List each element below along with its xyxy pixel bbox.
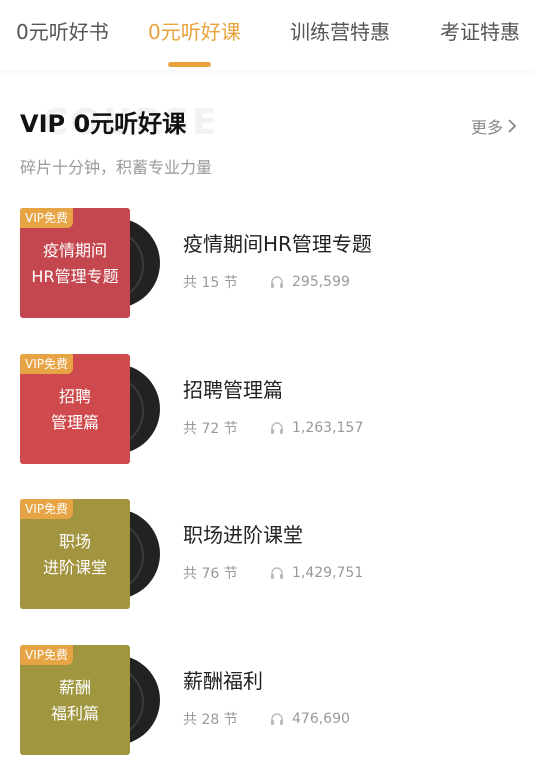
listen-count: 295,599 <box>292 274 350 290</box>
course-item[interactable]: VIP免费 疫情期间 HR管理专题 疫情期间HR管理专题 共 15 节 295,… <box>20 208 520 320</box>
course-meta: 共 72 节 1,263,157 <box>183 418 363 438</box>
cover-title: 职场 进阶课堂 <box>42 532 107 577</box>
course-meta: 共 76 节 1,429,751 <box>183 563 363 583</box>
listen-count: 1,263,157 <box>292 420 364 436</box>
course-cover: VIP免费 薪酬 福利篇 <box>20 645 160 755</box>
course-title: 招聘管理篇 <box>183 378 283 402</box>
section-title-wrap: COURSE VIP 0元听好课 <box>20 102 217 143</box>
headphones-icon <box>271 567 283 579</box>
vip-free-badge: VIP免费 <box>20 499 73 519</box>
course-cover: VIP免费 招聘 管理篇 <box>20 354 160 464</box>
cover-title: 疫情期间 HR管理专题 <box>31 241 119 286</box>
listen-count-wrap: 295,599 <box>270 274 350 290</box>
cover-title: 薪酬 福利篇 <box>50 678 99 723</box>
tab-training-camp[interactable]: 训练营特惠 <box>290 16 390 45</box>
vip-free-badge: VIP免费 <box>20 354 73 374</box>
tab-certification[interactable]: 考证特惠 <box>440 16 520 45</box>
section-header: COURSE VIP 0元听好课 更多 碎片十分钟，积蓄专业力量 <box>0 96 535 177</box>
headphones-icon <box>271 713 283 725</box>
course-title: 疫情期间HR管理专题 <box>183 232 372 256</box>
section-title: VIP 0元听好课 <box>20 110 187 138</box>
tab-free-courses[interactable]: 0元听好课 <box>148 16 241 45</box>
listen-count-wrap: 476,690 <box>270 711 350 727</box>
listen-count-wrap: 1,429,751 <box>270 565 363 581</box>
course-item[interactable]: VIP免费 薪酬 福利篇 薪酬福利 共 28 节 476,690 <box>20 645 520 757</box>
course-meta: 共 28 节 476,690 <box>183 709 350 729</box>
course-item[interactable]: VIP免费 职场 进阶课堂 职场进阶课堂 共 76 节 1,429,751 <box>20 499 520 611</box>
headphones-icon <box>271 276 283 288</box>
course-meta: 共 15 节 295,599 <box>183 272 350 292</box>
lesson-count: 共 72 节 <box>183 421 238 437</box>
chevron-right-icon <box>508 119 517 133</box>
more-label: 更多 <box>470 118 503 137</box>
cover-image: VIP免费 招聘 管理篇 <box>20 354 130 464</box>
course-item[interactable]: VIP免费 招聘 管理篇 招聘管理篇 共 72 节 1,263,157 <box>20 354 520 466</box>
cover-image: VIP免费 薪酬 福利篇 <box>20 645 130 755</box>
lesson-count: 共 15 节 <box>183 275 238 291</box>
cover-image: VIP免费 疫情期间 HR管理专题 <box>20 208 130 318</box>
top-tab-bar: 0元听好书 0元听好课 训练营特惠 考证特惠 <box>0 0 535 70</box>
lesson-count: 共 76 节 <box>183 566 238 582</box>
more-link[interactable]: 更多 <box>471 114 517 138</box>
vip-free-badge: VIP免费 <box>20 645 73 665</box>
course-cover: VIP免费 职场 进阶课堂 <box>20 499 160 609</box>
vip-free-badge: VIP免费 <box>20 208 73 228</box>
headphones-icon <box>271 422 283 434</box>
listen-count: 476,690 <box>292 711 350 727</box>
cover-title: 招聘 管理篇 <box>50 387 99 432</box>
section-subtitle: 碎片十分钟，积蓄专业力量 <box>20 158 213 177</box>
course-title: 职场进阶课堂 <box>183 523 303 547</box>
listen-count: 1,429,751 <box>292 565 364 581</box>
active-tab-indicator <box>168 62 211 67</box>
listen-count-wrap: 1,263,157 <box>270 420 363 436</box>
cover-image: VIP免费 职场 进阶课堂 <box>20 499 130 609</box>
lesson-count: 共 28 节 <box>183 712 238 728</box>
tab-free-books[interactable]: 0元听好书 <box>16 16 109 45</box>
course-title: 薪酬福利 <box>183 669 263 693</box>
course-cover: VIP免费 疫情期间 HR管理专题 <box>20 208 160 318</box>
